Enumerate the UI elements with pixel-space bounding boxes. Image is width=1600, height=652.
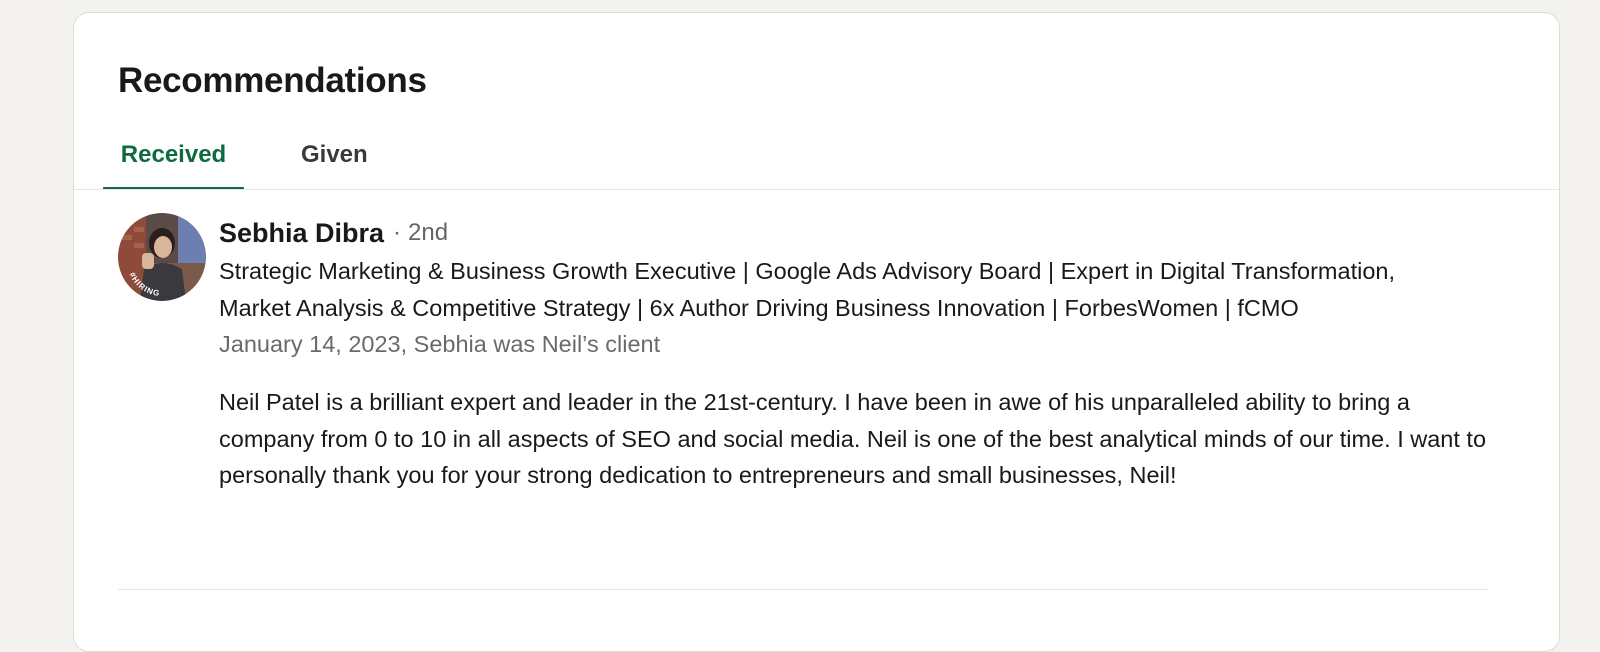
- recommendations-card: Recommendations Received Given #HIRING S…: [73, 12, 1560, 652]
- recommender-name[interactable]: Sebhia Dibra: [219, 218, 384, 249]
- recommendation-body: Sebhia Dibra · 2nd Strategic Marketing &…: [219, 213, 1499, 494]
- recommendation-meta: January 14, 2023, Sebhia was Neil’s clie…: [219, 331, 661, 357]
- tab-received[interactable]: Received: [103, 121, 244, 190]
- tab-given[interactable]: Given: [301, 121, 368, 189]
- recommender-headline: Strategic Marketing & Business Growth Ex…: [219, 258, 1395, 321]
- avatar-photo: #HIRING: [118, 213, 206, 301]
- tab-divider: [74, 189, 1559, 190]
- recommendation-text: Neil Patel is a brilliant expert and lea…: [219, 389, 1487, 488]
- connection-degree: 2nd: [408, 219, 449, 246]
- tab-bar: Received Given: [103, 121, 1559, 190]
- item-divider: [118, 589, 1488, 590]
- section-title: Recommendations: [118, 61, 427, 100]
- avatar[interactable]: #HIRING: [118, 213, 206, 301]
- name-row: Sebhia Dibra · 2nd: [219, 213, 1499, 253]
- separator-dot: ·: [393, 219, 402, 246]
